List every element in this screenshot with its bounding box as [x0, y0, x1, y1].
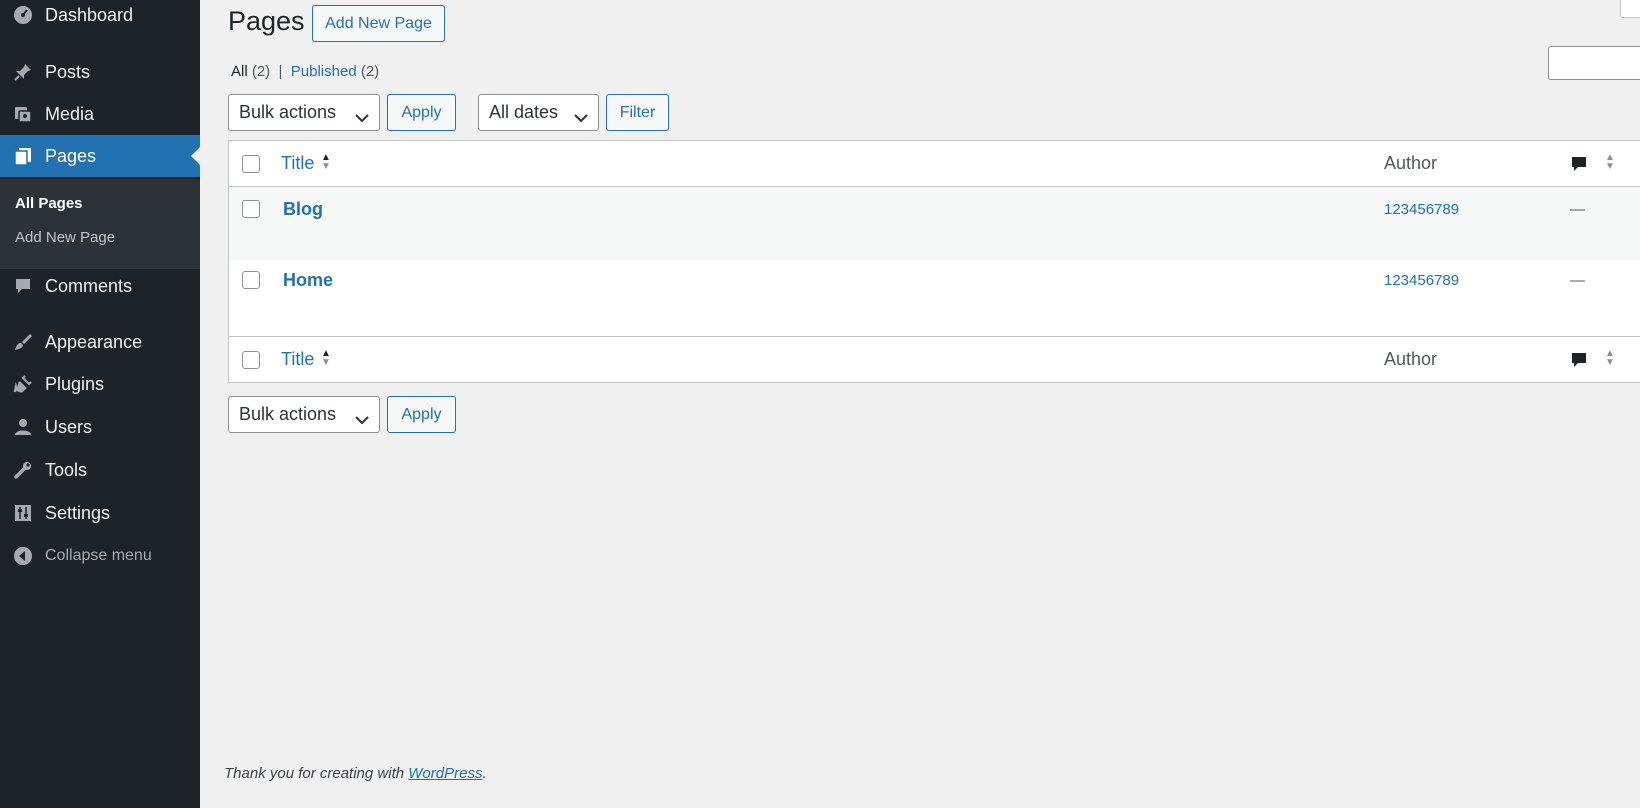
- page-title-link[interactable]: Blog: [283, 199, 323, 220]
- collapse-menu-label: Collapse menu: [45, 547, 152, 564]
- footer-credit: Thank you for creating with WordPress.: [224, 765, 487, 782]
- comment-sort-icon[interactable]: ▲ ▼: [1605, 349, 1615, 368]
- submenu-add-new-page[interactable]: Add New Page: [15, 229, 115, 246]
- collapse-icon: [12, 545, 34, 567]
- table-footer-row: Title ▲ ▼ Author ▲ ▼: [229, 336, 1640, 382]
- apply-button-bottom[interactable]: Apply: [387, 396, 456, 433]
- screen-options-tab[interactable]: [1620, 0, 1640, 18]
- sort-indicator-icon[interactable]: ▲ ▼: [321, 349, 331, 368]
- author-link[interactable]: 123456789: [1384, 272, 1459, 289]
- view-separator: |: [278, 63, 283, 80]
- select-all-checkbox-footer[interactable]: [242, 351, 260, 369]
- menu-item-pages[interactable]: Pages: [0, 135, 200, 177]
- chevron-down-icon: [355, 409, 369, 430]
- comment-icon[interactable]: [1570, 155, 1588, 178]
- wrench-icon: [12, 459, 34, 481]
- bulk-actions-select-top[interactable]: Bulk actions: [228, 94, 380, 131]
- row-checkbox[interactable]: [242, 200, 260, 218]
- author-column-header: Author: [1384, 153, 1438, 173]
- sort-indicator-icon[interactable]: ▲ ▼: [321, 153, 331, 172]
- dates-filter-value: All dates: [489, 102, 559, 122]
- brush-icon: [12, 331, 34, 353]
- author-column-footer: Author: [1384, 349, 1438, 369]
- bulk-actions-value: Bulk actions: [239, 102, 337, 122]
- admin-sidebar: Dashboard Posts Media Pages All Pages Ad…: [0, 0, 200, 808]
- view-filters: All (2) | Published (2): [231, 63, 379, 80]
- view-all-link[interactable]: All: [231, 63, 248, 80]
- collapse-menu-button[interactable]: Collapse menu: [0, 536, 200, 576]
- menu-label-dashboard: Dashboard: [45, 4, 134, 25]
- table-row: Home 123456789 —: [229, 260, 1640, 336]
- menu-item-tools[interactable]: Tools: [0, 450, 200, 490]
- table-row: Blog 123456789 —: [229, 187, 1640, 260]
- footer-end: .: [482, 765, 487, 782]
- menu-item-settings[interactable]: Settings: [0, 493, 200, 533]
- menu-item-posts[interactable]: Posts: [0, 52, 200, 92]
- menu-item-appearance[interactable]: Appearance: [0, 322, 200, 362]
- filter-button[interactable]: Filter: [606, 94, 669, 131]
- dates-filter-select[interactable]: All dates: [478, 94, 599, 131]
- pages-submenu: All Pages Add New Page: [0, 179, 200, 269]
- bulk-actions-select-bottom[interactable]: Bulk actions: [228, 396, 380, 433]
- comment-count: —: [1570, 201, 1585, 218]
- select-all-checkbox[interactable]: [242, 155, 260, 173]
- apply-button-top[interactable]: Apply: [387, 94, 456, 131]
- menu-item-dashboard[interactable]: Dashboard: [0, 0, 200, 35]
- comment-icon[interactable]: [1570, 351, 1588, 374]
- menu-label-tools: Tools: [45, 459, 88, 480]
- dashboard-icon: [12, 4, 34, 26]
- view-published-link[interactable]: Published: [291, 63, 357, 80]
- menu-label-posts: Posts: [45, 61, 91, 82]
- main-content: Pages Add New Page All (2) | Published (…: [200, 0, 1640, 808]
- row-checkbox[interactable]: [242, 271, 260, 289]
- menu-label-appearance: Appearance: [45, 331, 143, 352]
- chevron-down-icon: [574, 107, 588, 128]
- bulk-actions-value: Bulk actions: [239, 404, 337, 424]
- pages-icon: [12, 145, 34, 167]
- comment-sort-icon[interactable]: ▲ ▼: [1605, 153, 1615, 172]
- footer-text: Thank you for creating with: [224, 765, 409, 782]
- media-icon: [12, 103, 34, 125]
- view-all-count: (2): [251, 63, 271, 80]
- add-new-page-button[interactable]: Add New Page: [312, 5, 445, 42]
- menu-label-pages: Pages: [45, 145, 97, 166]
- menu-item-media[interactable]: Media: [0, 94, 200, 134]
- table-header-row: Title ▲ ▼ Author ▲ ▼: [229, 141, 1640, 187]
- user-icon: [12, 416, 34, 438]
- menu-item-plugins[interactable]: Plugins: [0, 364, 200, 404]
- author-link[interactable]: 123456789: [1384, 201, 1459, 218]
- comment-count: —: [1570, 272, 1585, 289]
- menu-label-plugins: Plugins: [45, 373, 105, 394]
- page-title-link[interactable]: Home: [283, 270, 333, 291]
- comment-icon: [12, 275, 34, 297]
- menu-label-users: Users: [45, 416, 93, 437]
- submenu-all-pages[interactable]: All Pages: [15, 195, 83, 212]
- wordpress-link[interactable]: WordPress: [408, 765, 482, 782]
- pin-icon: [12, 61, 34, 83]
- plug-icon: [12, 373, 34, 395]
- pages-table: Title ▲ ▼ Author ▲ ▼ Blog 123456789 — Home…: [228, 140, 1640, 383]
- settings-icon: [12, 502, 34, 524]
- chevron-down-icon: [355, 107, 369, 128]
- menu-label-settings: Settings: [45, 502, 111, 523]
- menu-label-media: Media: [45, 103, 95, 124]
- menu-item-users[interactable]: Users: [0, 407, 200, 447]
- menu-label-comments: Comments: [45, 275, 133, 296]
- title-column-header[interactable]: Title: [281, 153, 314, 174]
- search-input[interactable]: [1548, 46, 1640, 80]
- title-column-footer[interactable]: Title: [281, 349, 314, 370]
- view-published-count: (2): [360, 63, 380, 80]
- menu-item-comments[interactable]: Comments: [0, 266, 200, 306]
- page-title: Pages: [228, 6, 305, 36]
